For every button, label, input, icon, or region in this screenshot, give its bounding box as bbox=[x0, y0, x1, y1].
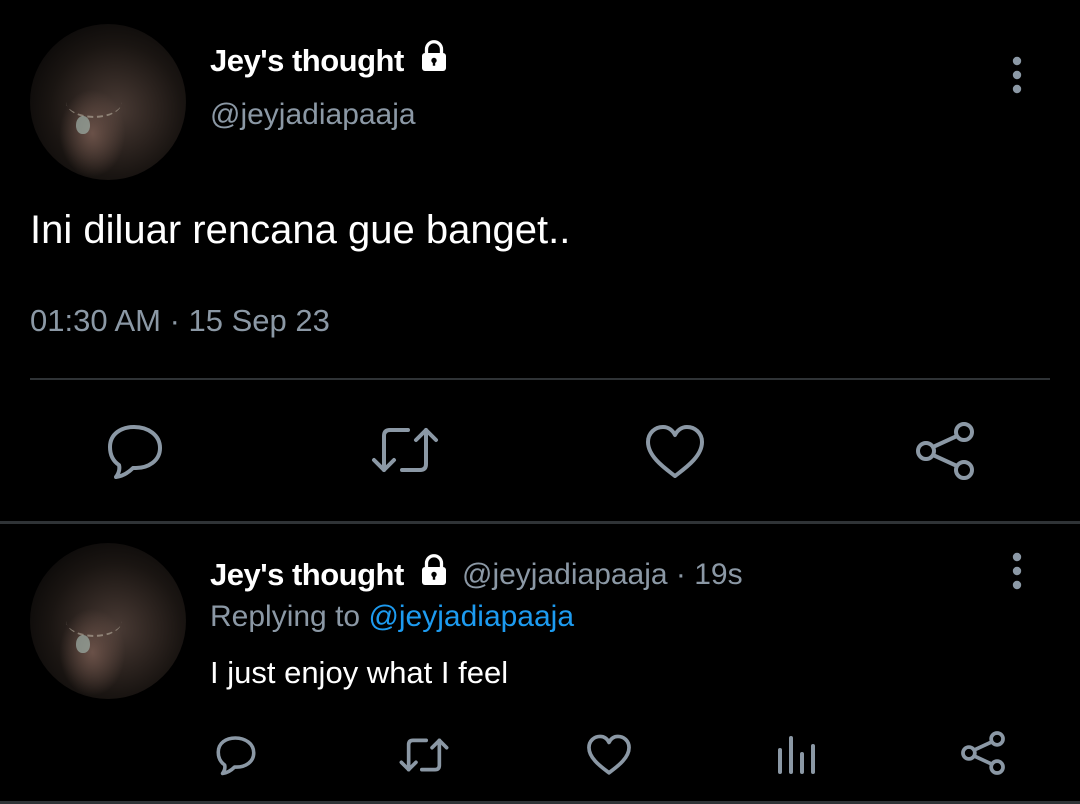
reply-retweet-icon[interactable] bbox=[398, 736, 450, 774]
reply-reply-icon[interactable] bbox=[214, 734, 258, 776]
reply-more-icon[interactable] bbox=[1004, 550, 1030, 592]
replying-to-handle[interactable]: @jeyjadiapaaja bbox=[368, 600, 574, 633]
reply-like-icon[interactable] bbox=[586, 734, 632, 776]
more-icon[interactable] bbox=[1004, 54, 1030, 96]
tweet-text: Ini diluar rencana gue banget.. bbox=[30, 208, 571, 252]
like-icon[interactable] bbox=[644, 424, 706, 480]
retweet-icon[interactable] bbox=[370, 424, 440, 476]
author-handle[interactable]: @jeyjadiapaaja bbox=[210, 96, 416, 134]
section-divider bbox=[0, 521, 1080, 524]
replying-to: Replying to @jeyjadiapaaja bbox=[210, 598, 574, 636]
author-name[interactable]: Jey's thought bbox=[210, 42, 404, 80]
reply-author-name[interactable]: Jey's thought bbox=[210, 556, 404, 594]
reply-avatar[interactable] bbox=[30, 543, 186, 699]
reply-share-icon[interactable] bbox=[960, 730, 1006, 776]
avatar[interactable] bbox=[30, 24, 186, 180]
reply-lock-icon bbox=[416, 552, 452, 588]
divider bbox=[30, 378, 1050, 380]
replying-to-label: Replying to bbox=[210, 600, 361, 633]
reply-handle-time[interactable]: @jeyjadiapaaja · 19s bbox=[462, 556, 743, 594]
reply-text: I just enjoy what I feel bbox=[210, 655, 509, 690]
share-icon[interactable] bbox=[914, 420, 976, 482]
lock-icon bbox=[416, 38, 452, 74]
tweet-timestamp[interactable]: 01:30 AM · 15 Sep 23 bbox=[30, 302, 330, 340]
reply-icon[interactable] bbox=[104, 422, 166, 480]
analytics-icon[interactable] bbox=[776, 734, 816, 774]
